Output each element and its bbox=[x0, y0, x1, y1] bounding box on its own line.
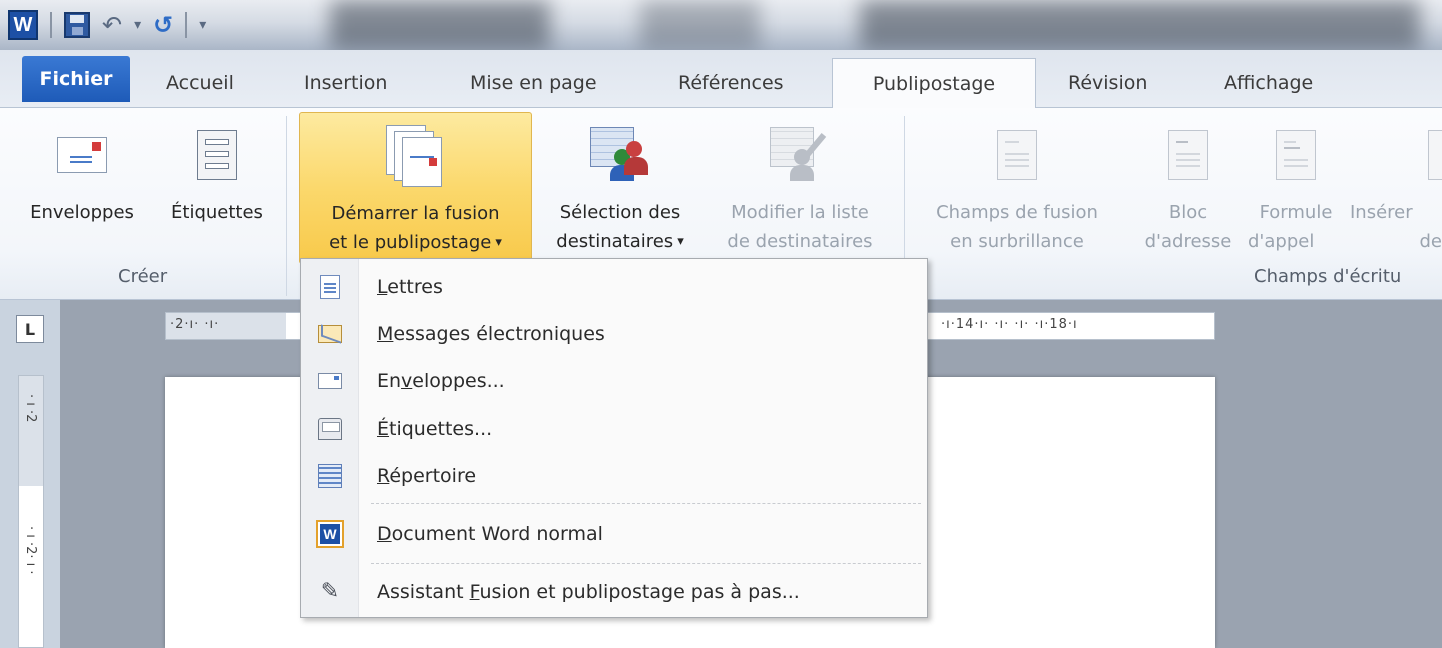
champs-fusion-label-2: en surbrillance bbox=[950, 231, 1084, 252]
formule-appel-button[interactable]: Formule d'appel bbox=[1248, 112, 1344, 264]
demarrer-fusion-label-1: Démarrer la fusion bbox=[331, 203, 500, 224]
group-label-creer: Créer bbox=[118, 266, 168, 287]
inserer-champ-button[interactable]: Insérer de f bbox=[1350, 112, 1442, 264]
menu-item-lettres[interactable]: Lettres bbox=[301, 264, 927, 310]
title-bar: W ↶ ▾ ↺ ▾ bbox=[0, 0, 1442, 50]
tab-mise-en-page[interactable]: Mise en page bbox=[460, 58, 607, 108]
word-app-icon[interactable]: W bbox=[8, 10, 38, 40]
tab-revision[interactable]: Révision bbox=[1058, 58, 1157, 108]
redo-icon[interactable]: ↺ bbox=[153, 13, 173, 37]
toolbar-separator bbox=[50, 12, 52, 38]
title-bar-blur bbox=[860, 0, 1420, 50]
menu-item-label: Étiquettes... bbox=[377, 418, 493, 440]
tab-publipostage[interactable]: Publipostage bbox=[832, 58, 1036, 109]
ruler-margin-top bbox=[19, 376, 43, 486]
menu-item-document-word-normal[interactable]: W Document Word normal bbox=[301, 511, 927, 557]
undo-dropdown-icon[interactable]: ▾ bbox=[134, 17, 141, 33]
modifier-liste-label-2: de destinataires bbox=[727, 231, 873, 252]
word-document-icon: W bbox=[316, 520, 344, 548]
title-bar-blur bbox=[640, 0, 760, 50]
envelope-icon bbox=[10, 112, 154, 198]
highlight-merge-fields-icon bbox=[912, 112, 1122, 198]
menu-item-label: Messages électroniques bbox=[377, 323, 605, 345]
dropdown-arrow-icon: ▾ bbox=[495, 235, 502, 250]
menu-item-messages-electroniques[interactable]: Messages électroniques bbox=[301, 311, 927, 357]
selection-destinataires-label-1: Sélection des bbox=[559, 202, 681, 223]
ruler-numbers-bottom: · ı ·2· ı · bbox=[23, 526, 38, 575]
etiquettes-button[interactable]: Étiquettes bbox=[156, 112, 278, 264]
menu-item-etiquettes[interactable]: Étiquettes... bbox=[301, 406, 927, 452]
directory-icon bbox=[318, 464, 342, 488]
ruler-numbers-top: · ı ·2 bbox=[23, 394, 38, 423]
word-app-icon-letter: W bbox=[13, 13, 33, 36]
tab-selector-button[interactable]: L bbox=[16, 315, 44, 343]
dropdown-arrow-icon: ▾ bbox=[677, 234, 684, 249]
undo-icon[interactable]: ↶ bbox=[102, 13, 122, 37]
menu-item-enveloppes[interactable]: Enveloppes... bbox=[301, 358, 927, 404]
modifier-liste-label-1: Modifier la liste bbox=[731, 202, 869, 223]
enveloppes-button[interactable]: Enveloppes bbox=[10, 112, 154, 264]
selection-destinataires-label-2: destinataires bbox=[556, 231, 674, 252]
inserer-champ-label-1: Insérer bbox=[1350, 202, 1413, 223]
letter-icon bbox=[320, 275, 340, 299]
tab-fichier[interactable]: Fichier bbox=[22, 56, 130, 102]
formule-appel-label-2: d'appel bbox=[1248, 231, 1315, 252]
menu-item-label: Document Word normal bbox=[377, 523, 603, 545]
labels-icon bbox=[156, 112, 278, 198]
bloc-adresse-label-2: d'adresse bbox=[1144, 231, 1232, 252]
ribbon-tabs: Fichier Accueil Insertion Mise en page R… bbox=[0, 50, 1442, 109]
champs-fusion-label-1: Champs de fusion bbox=[936, 202, 1098, 223]
bloc-adresse-label-1: Bloc bbox=[1168, 202, 1208, 223]
demarrer-fusion-label-2-row: et le publipostage ▾ bbox=[329, 228, 502, 257]
ruler-numbers-left: ·2·ı· ·ı· bbox=[170, 317, 220, 332]
insert-merge-field-icon bbox=[1350, 112, 1442, 198]
menu-separator bbox=[371, 563, 921, 564]
inserer-champ-label-2: de f bbox=[1419, 231, 1442, 252]
quick-access-toolbar: W ↶ ▾ ↺ ▾ bbox=[8, 8, 206, 42]
save-icon[interactable] bbox=[64, 12, 90, 38]
tab-insertion[interactable]: Insertion bbox=[294, 58, 397, 108]
greeting-line-icon bbox=[1248, 112, 1344, 198]
bloc-adresse-button[interactable]: Bloc d'adresse bbox=[1132, 112, 1244, 264]
group-separator bbox=[286, 116, 287, 296]
select-recipients-icon bbox=[536, 112, 704, 198]
modifier-liste-button[interactable]: Modifier la liste de destinataires bbox=[708, 112, 892, 264]
menu-item-label: Lettres bbox=[377, 276, 443, 298]
menu-item-repertoire[interactable]: Répertoire bbox=[301, 453, 927, 499]
menu-item-label: Répertoire bbox=[377, 465, 477, 487]
formule-appel-label-1: Formule bbox=[1259, 202, 1333, 223]
vertical-ruler[interactable]: · ı ·2 · ı ·2· ı · bbox=[18, 375, 44, 648]
edit-recipient-list-icon bbox=[708, 112, 892, 198]
ruler-numbers-right: ·ı·14·ı· ·ı· ·ı· ·ı·18·ı bbox=[941, 317, 1078, 332]
start-mail-merge-menu: Lettres Messages électroniques Enveloppe… bbox=[300, 258, 928, 618]
selection-destinataires-button[interactable]: Sélection des destinataires ▾ bbox=[536, 112, 704, 264]
title-bar-blur bbox=[330, 0, 550, 50]
menu-separator bbox=[371, 503, 921, 504]
demarrer-fusion-button[interactable]: Démarrer la fusion et le publipostage ▾ bbox=[299, 112, 532, 264]
demarrer-fusion-label-2: et le publipostage bbox=[329, 232, 492, 253]
group-label-champs: Champs d'écritu bbox=[1254, 266, 1402, 287]
enveloppes-label: Enveloppes bbox=[30, 202, 134, 223]
menu-item-label: Enveloppes... bbox=[377, 370, 505, 392]
champs-fusion-button[interactable]: Champs de fusion en surbrillance bbox=[912, 112, 1122, 264]
tab-references[interactable]: Références bbox=[668, 58, 794, 108]
wizard-icon: ✎ bbox=[320, 579, 340, 604]
start-mail-merge-icon bbox=[300, 113, 531, 199]
menu-item-label: Assistant Fusion et publipostage pas à p… bbox=[377, 581, 800, 603]
selection-destinataires-label-2-row: destinataires ▾ bbox=[556, 227, 683, 256]
email-message-icon bbox=[318, 325, 342, 343]
tab-accueil[interactable]: Accueil bbox=[156, 58, 244, 108]
envelope-icon bbox=[318, 373, 342, 389]
toolbar-separator bbox=[185, 12, 188, 38]
address-block-icon bbox=[1132, 112, 1244, 198]
customize-toolbar-icon[interactable]: ▾ bbox=[199, 17, 206, 33]
label-printer-icon bbox=[318, 418, 342, 440]
tab-affichage[interactable]: Affichage bbox=[1214, 58, 1323, 108]
menu-item-assistant-fusion[interactable]: ✎ Assistant Fusion et publipostage pas à… bbox=[301, 569, 927, 615]
etiquettes-label: Étiquettes bbox=[171, 202, 263, 223]
